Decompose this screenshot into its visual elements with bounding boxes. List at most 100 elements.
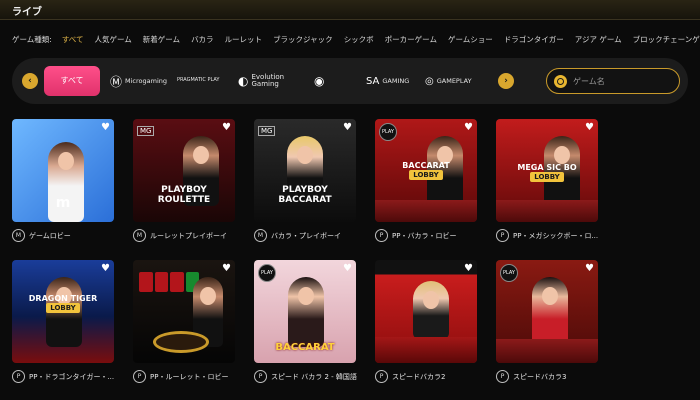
top-bar: ライブ	[0, 0, 700, 20]
game-caption: P PP・ドラゴンタイガー・...	[12, 370, 116, 383]
game-type-blackjack[interactable]: ブラックジャック	[273, 34, 333, 45]
provider-badge-icon: P	[375, 229, 388, 242]
favorite-heart-icon[interactable]: ♥	[343, 263, 352, 274]
game-thumbnail[interactable]: MG PLAYBOY BACCARAT ♥	[254, 119, 356, 222]
pragmatic-play-logo-icon: PLAY	[258, 264, 276, 282]
table-image	[375, 337, 477, 363]
game-banner: BACCARAT	[275, 342, 335, 353]
game-type-sicbo[interactable]: シックボ	[344, 34, 374, 45]
game-caption: M バカラ・プレイボーイ	[254, 229, 358, 242]
chevron-left-icon[interactable]: ‹	[22, 73, 38, 89]
game-card[interactable]: m ♥ M ゲームロビー	[12, 119, 114, 242]
banner-title: BACCARAT	[402, 161, 450, 170]
favorite-heart-icon[interactable]: ♥	[101, 263, 110, 274]
favorite-heart-icon[interactable]: ♥	[101, 122, 110, 133]
game-type-label: ゲーム種類:	[12, 34, 52, 44]
game-banner: BACCARAT LOBBY	[375, 161, 477, 180]
game-card[interactable]: MG PLAYBOY BACCARAT ♥ M バカラ・プレイボーイ	[254, 119, 356, 242]
game-thumbnail[interactable]: DRAGON TIGER LOBBY ♥	[12, 260, 114, 363]
game-card[interactable]: MEGA SIC BO LOBBY ♥ P PP・メガシックボー・ロ...	[496, 119, 598, 242]
dealer-image	[413, 281, 449, 339]
favorite-heart-icon[interactable]: ♥	[343, 122, 352, 133]
favorite-heart-icon[interactable]: ♥	[464, 263, 473, 274]
provider-sa-gaming[interactable]: SA GAMING	[366, 70, 409, 92]
game-type-filter: ゲーム種類: すべて 人気ゲーム 新着ゲーム バカラ ルーレット ブラックジャッ…	[12, 32, 700, 46]
game-name: スピード バカラ 2 - 韓国語	[271, 372, 357, 381]
search-icon	[554, 75, 567, 88]
provider-label: GAMING	[382, 76, 410, 85]
game-name: PP・バカラ・ロビー	[392, 231, 457, 240]
page-title: ライブ	[12, 7, 42, 18]
game-type-roulette[interactable]: ルーレット	[225, 34, 263, 45]
game-card[interactable]: PLAY ♥ P スピードバカラ3	[496, 260, 598, 383]
provider-evolution[interactable]: ◐ Evolution Gaming	[238, 70, 287, 92]
provider-label: Microgaming	[125, 76, 168, 85]
game-card[interactable]: ♥ P PP・ルーレット・ロビー	[133, 260, 235, 383]
game-caption: P PP・ルーレット・ロビー	[133, 370, 237, 383]
lobby-tag: LOBBY	[409, 170, 443, 180]
game-banner: MEGA SIC BO LOBBY	[496, 163, 598, 182]
provider-label: Evolution Gaming	[251, 72, 285, 88]
game-thumbnail[interactable]: PLAY BACCARAT ♥	[254, 260, 356, 363]
provider-microgaming[interactable]: Ⓜ Microgaming	[110, 70, 167, 92]
game-type-asian[interactable]: アジア ゲーム	[575, 34, 622, 45]
game-type-gameshow[interactable]: ゲームショー	[448, 34, 493, 45]
provider-label: GAMEPLAY	[436, 76, 472, 85]
game-banner: DRAGON TIGER LOBBY	[12, 294, 114, 313]
game-caption: M ゲームロビー	[12, 229, 116, 242]
search-placeholder: ゲーム名	[573, 77, 605, 86]
favorite-heart-icon[interactable]: ♥	[585, 263, 594, 274]
game-thumbnail[interactable]: ♥	[133, 260, 235, 363]
favorite-heart-icon[interactable]: ♥	[585, 122, 594, 133]
game-thumbnail[interactable]: ♥	[375, 260, 477, 363]
game-type-popular[interactable]: 人気ゲーム	[95, 34, 132, 45]
game-type-baccarat[interactable]: バカラ	[191, 34, 214, 45]
game-type-dragontiger[interactable]: ドラゴンタイガー	[504, 34, 564, 45]
game-card[interactable]: PLAY BACCARAT LOBBY ♥ P PP・バカラ・ロビー	[375, 119, 477, 242]
game-caption: P PP・バカラ・ロビー	[375, 229, 479, 242]
game-card[interactable]: DRAGON TIGER LOBBY ♥ P PP・ドラゴンタイガー・...	[12, 260, 114, 383]
game-thumbnail[interactable]: m ♥	[12, 119, 114, 222]
mg-live-logo-icon: MG	[258, 126, 276, 136]
dealer-image	[288, 277, 324, 347]
game-type-all[interactable]: すべて	[62, 34, 84, 45]
lobby-tag: LOBBY	[46, 303, 80, 313]
mg-live-logo-icon: MG	[137, 126, 155, 136]
provider-label: PRAGMATIC PLAY	[177, 77, 220, 84]
dealer-image	[532, 277, 568, 347]
game-card[interactable]: MG PLAYBOY ROULETTE ♥ M ルーレットプレイボーイ	[133, 119, 235, 242]
game-caption: P スピード バカラ 2 - 韓国語	[254, 370, 358, 383]
table-image	[496, 200, 598, 222]
game-name: ルーレットプレイボーイ	[150, 231, 227, 240]
banner-title: DRAGON TIGER	[28, 294, 98, 303]
favorite-heart-icon[interactable]: ♥	[464, 122, 473, 133]
provider-badge-icon: M	[133, 229, 146, 242]
favorite-heart-icon[interactable]: ♥	[222, 122, 231, 133]
provider-badge-icon: P	[12, 370, 25, 383]
provider-gameplay[interactable]: ◎ GAMEPLAY	[425, 70, 472, 92]
game-thumbnail[interactable]: MG PLAYBOY ROULETTE ♥	[133, 119, 235, 222]
game-card[interactable]: ♥ P スピードバカラ2	[375, 260, 477, 383]
game-type-new[interactable]: 新着ゲーム	[143, 34, 180, 45]
lobby-tag: LOBBY	[530, 172, 564, 182]
game-thumbnail[interactable]: MEGA SIC BO LOBBY ♥	[496, 119, 598, 222]
game-type-poker[interactable]: ポーカーゲーム	[385, 34, 437, 45]
search-input[interactable]: ゲーム名	[546, 68, 680, 94]
microgaming-logo-icon: Ⓜ	[110, 74, 123, 89]
evolution-logo-icon: ◐	[238, 74, 249, 88]
game-banner: PLAYBOY ROULETTE	[157, 185, 211, 205]
provider-badge-icon: P	[496, 370, 509, 383]
provider-pragmatic[interactable]: PRAGMATIC PLAY	[177, 70, 219, 92]
favorite-heart-icon[interactable]: ♥	[222, 263, 231, 274]
game-thumbnail[interactable]: PLAY ♥	[496, 260, 598, 363]
game-card[interactable]: PLAY BACCARAT ♥ P スピード バカラ 2 - 韓国語	[254, 260, 357, 383]
provider-all-button[interactable]: すべて	[44, 66, 100, 96]
game-type-blockchain[interactable]: ブロックチェーンゲーム	[633, 34, 700, 45]
game-thumbnail[interactable]: PLAY BACCARAT LOBBY ♥	[375, 119, 477, 222]
round-provider-logo-icon: ◉	[314, 74, 325, 88]
table-image	[496, 339, 598, 363]
table-image	[375, 200, 477, 222]
provider-badge-icon: P	[254, 370, 267, 383]
provider-round-logo[interactable]: ◉	[314, 70, 324, 92]
chevron-right-icon[interactable]: ›	[498, 73, 514, 89]
